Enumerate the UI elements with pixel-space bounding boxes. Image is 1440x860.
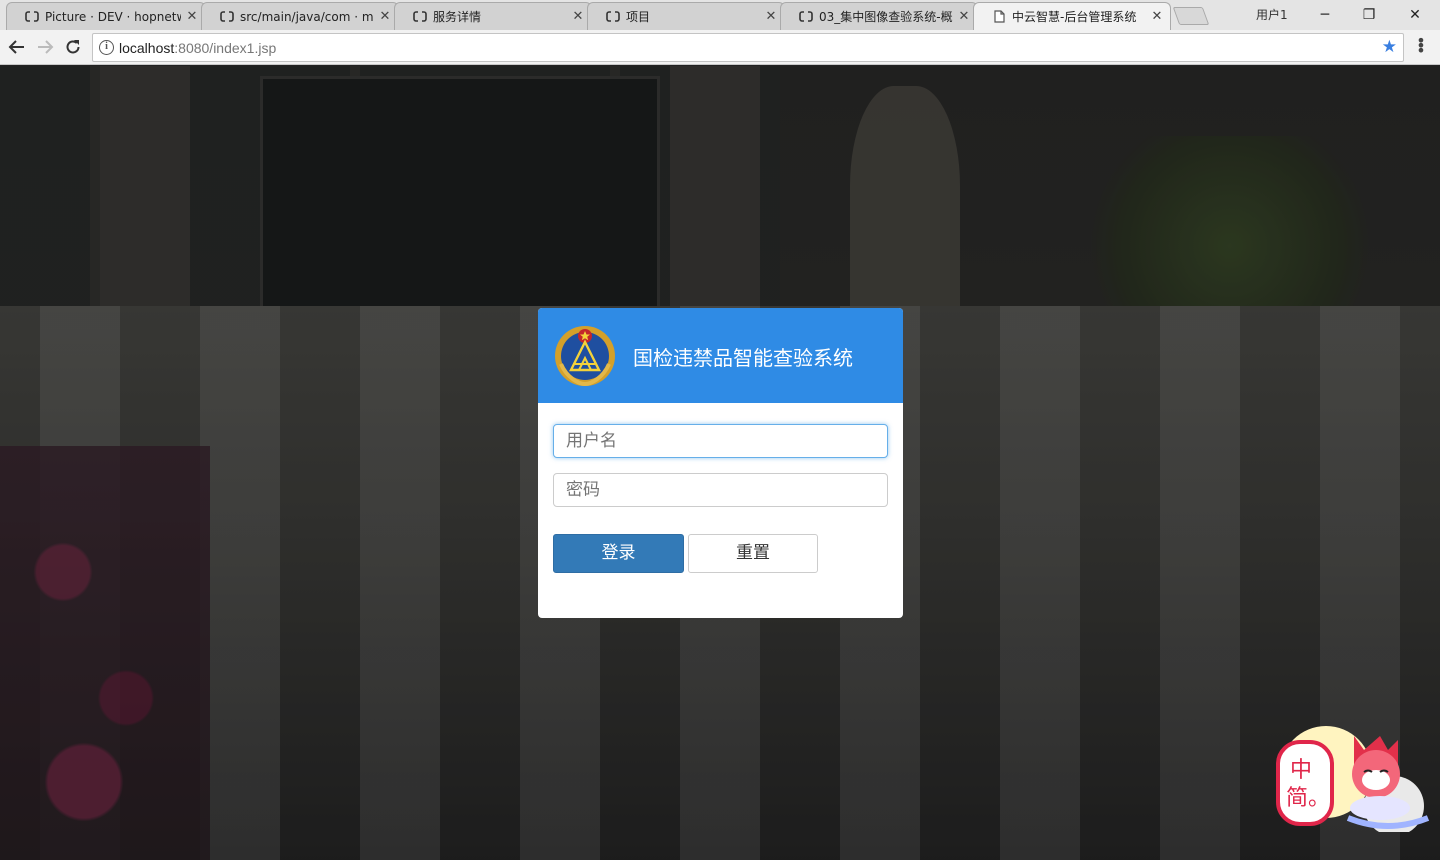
code-icon [799,11,813,23]
tab-title: 服务详情 [433,10,482,24]
close-icon[interactable]: ✕ [957,9,971,24]
password-input[interactable] [553,473,888,507]
code-icon [220,11,234,23]
reload-icon[interactable] [62,36,84,58]
url-host: localhost [119,40,175,56]
tab-picture-dev[interactable]: Picture · DEV · hopnetw ✕ [6,2,206,30]
close-icon[interactable]: ✕ [185,9,199,24]
code-icon [25,11,39,23]
code-icon [413,11,427,23]
tab-title: src/main/java/com · ma [240,9,374,24]
close-icon[interactable]: ✕ [764,9,778,24]
ime-mode-simplified: 简。 [1286,786,1331,811]
bookmark-star-icon[interactable]: ★ [1382,37,1397,57]
reset-button[interactable]: 重置 [688,534,818,573]
address-bar[interactable]: i localhost:8080/index1.jsp ★ [92,33,1404,62]
browser-tab-strip: Picture · DEV · hopnetw ✕ src/main/java/… [0,0,1440,30]
menu-dots-icon[interactable]: • • • [1416,33,1426,59]
tab-image-inspection[interactable]: 03_集中图像查验系统-概 ✕ [780,2,978,30]
system-title: 国检违禁品智能查验系统 [633,346,853,370]
tab-title: 项目 [626,10,651,24]
emblem-icon [555,326,615,387]
info-icon[interactable]: i [99,40,114,55]
tab-project[interactable]: 项目 ✕ [587,2,785,30]
tab-service-details[interactable]: 服务详情 ✕ [394,2,592,30]
login-button[interactable]: 登录 [553,534,684,573]
window-close-icon[interactable]: ✕ [1400,4,1430,26]
close-icon[interactable]: ✕ [1150,9,1164,24]
browser-toolbar: i localhost:8080/index1.jsp ★ • • • [0,30,1440,65]
tab-title: 03_集中图像查验系统-概 [819,10,953,24]
username-input[interactable] [553,424,888,458]
tab-title: Picture · DEV · hopnetw [45,9,181,24]
login-card: 国检违禁品智能查验系统 登录 重置 [538,308,903,618]
restore-icon[interactable]: ❐ [1354,4,1384,26]
login-header: 国检违禁品智能查验系统 [538,308,903,403]
tab-admin-system[interactable]: 中云智慧-后台管理系统 ✕ [973,2,1171,30]
tab-src-main-java[interactable]: src/main/java/com · ma ✕ [201,2,399,30]
url-path: :8080/index1.jsp [174,40,277,56]
new-tab-button[interactable] [1172,7,1210,25]
back-arrow-icon[interactable] [6,36,28,58]
page-icon [992,10,1006,23]
ime-status-widget[interactable]: 中 简。 [1276,724,1432,836]
minimize-icon[interactable]: ─ [1310,4,1340,26]
code-icon [606,11,620,23]
close-icon[interactable]: ✕ [378,9,392,24]
url-text: localhost:8080/index1.jsp [119,40,276,56]
profile-label[interactable]: 用户1 [1256,6,1288,23]
forward-arrow-icon[interactable] [34,36,56,58]
close-icon[interactable]: ✕ [571,9,585,24]
tab-title: 中云智慧-后台管理系统 [1012,10,1137,24]
